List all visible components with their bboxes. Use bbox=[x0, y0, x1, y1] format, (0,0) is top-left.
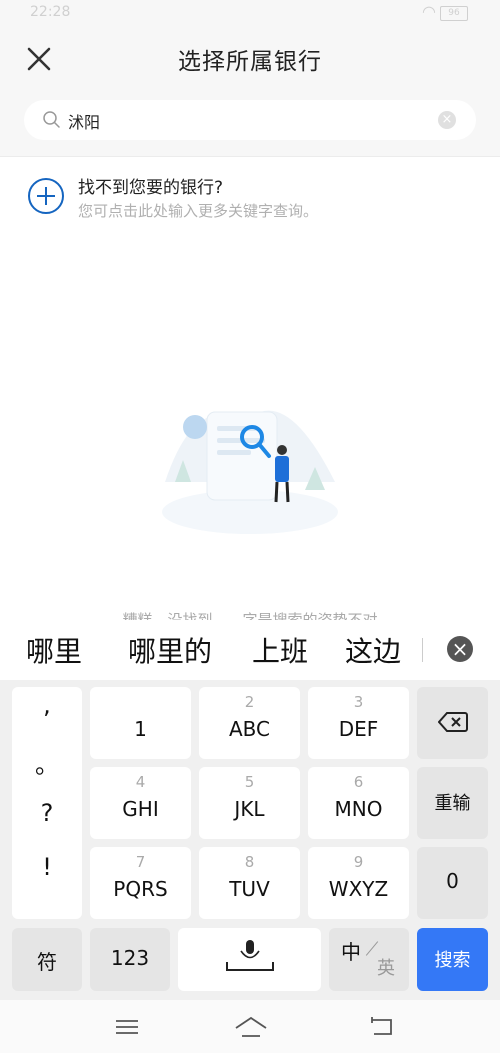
numbers-label: 123 bbox=[110, 946, 150, 970]
key-8-tuv[interactable]: 8 TUV bbox=[199, 847, 300, 919]
punct-exclaim[interactable]: ! bbox=[12, 853, 82, 881]
microphone-icon bbox=[226, 940, 274, 978]
home-icon[interactable] bbox=[234, 1014, 267, 1040]
key-6-mno[interactable]: 6 MNO bbox=[308, 767, 409, 839]
bank-not-found-entry[interactable]: 找不到您要的银行? 您可点击此处输入更多关键字查询。 bbox=[28, 173, 468, 233]
symbol-button[interactable]: 符 bbox=[12, 928, 82, 991]
candidate-word[interactable]: 这边 bbox=[345, 630, 401, 670]
key-letters: ABC bbox=[228, 717, 270, 741]
not-found-title: 找不到您要的银行? bbox=[78, 178, 224, 198]
ime-candidate-bar: 哪里 哪里的 上班 这边 × bbox=[0, 620, 500, 680]
clear-search-icon[interactable]: × bbox=[438, 111, 456, 129]
search-key-label: 搜索 bbox=[434, 950, 471, 971]
results-area: 找不到您要的银行? 您可点击此处输入更多关键字查询。 糟糕，没找到……字是搜索的… bbox=[0, 157, 500, 620]
candidate-word[interactable]: 哪里的 bbox=[128, 630, 212, 670]
key-number: 3 bbox=[353, 693, 364, 711]
lang-zh-label: 中 bbox=[341, 940, 361, 964]
key-letters: 1 bbox=[134, 717, 147, 741]
key-letters: TUV bbox=[229, 877, 270, 901]
search-input[interactable]: 沭阳 × bbox=[24, 100, 476, 140]
punctuation-column[interactable]: , 。 ? ! bbox=[12, 687, 82, 919]
search-button[interactable]: 搜索 bbox=[417, 928, 488, 991]
reinput-label: 重输 bbox=[434, 793, 471, 814]
lang-en-label: 英 bbox=[377, 958, 395, 979]
not-found-subtitle: 您可点击此处输入更多关键字查询。 bbox=[78, 202, 319, 220]
reinput-button[interactable]: 重输 bbox=[417, 767, 488, 839]
page-title: 选择所属银行 bbox=[178, 49, 322, 75]
key-2-abc[interactable]: 2 ABC bbox=[199, 687, 300, 759]
punct-question[interactable]: ? bbox=[12, 799, 82, 827]
zero-label: 0 bbox=[446, 869, 459, 893]
key-7-pqrs[interactable]: 7 PQRS bbox=[90, 847, 191, 919]
key-letters: MNO bbox=[334, 797, 383, 821]
key-4-ghi[interactable]: 4 GHI bbox=[90, 767, 191, 839]
key-letters: DEF bbox=[338, 717, 379, 741]
key-5-jkl[interactable]: 5 JKL bbox=[199, 767, 300, 839]
key-letters: WXYZ bbox=[328, 877, 389, 901]
punct-comma[interactable]: , bbox=[12, 691, 82, 719]
key-number: 2 bbox=[244, 693, 255, 711]
candidate-divider bbox=[422, 638, 423, 662]
empty-search-illustration bbox=[155, 372, 345, 542]
ime-keyboard: , 。 ? ! 1 2 ABC 3 DEF 4 GHI 5 JKL 6 MNO … bbox=[0, 680, 500, 1000]
backspace-icon bbox=[437, 711, 468, 737]
add-circle-icon bbox=[28, 178, 64, 214]
space-voice-button[interactable] bbox=[178, 928, 321, 991]
key-number: 9 bbox=[353, 853, 364, 871]
system-nav-bar bbox=[0, 1000, 500, 1053]
key-1[interactable]: 1 bbox=[90, 687, 191, 759]
collapse-candidates-icon[interactable]: × bbox=[447, 636, 473, 662]
menu-icon[interactable] bbox=[112, 1014, 142, 1040]
status-time: 22:28 bbox=[30, 4, 71, 20]
symbol-label: 符 bbox=[37, 950, 57, 974]
language-toggle-button[interactable]: 中 英 bbox=[329, 928, 409, 991]
key-number: 7 bbox=[135, 853, 146, 871]
search-area: 沭阳 × bbox=[0, 92, 500, 157]
key-0[interactable]: 0 bbox=[417, 847, 488, 919]
candidate-word[interactable]: 上班 bbox=[252, 630, 308, 670]
search-value[interactable]: 沭阳 bbox=[68, 109, 100, 133]
numbers-button[interactable]: 123 bbox=[90, 928, 170, 991]
search-icon bbox=[42, 110, 62, 130]
status-bar: 22:28 ◠ 96 bbox=[0, 0, 500, 28]
candidate-word[interactable]: 哪里 bbox=[26, 630, 82, 670]
key-9-wxyz[interactable]: 9 WXYZ bbox=[308, 847, 409, 919]
key-number: 5 bbox=[244, 773, 255, 791]
key-letters: JKL bbox=[234, 797, 265, 821]
key-number: 6 bbox=[353, 773, 364, 791]
key-3-def[interactable]: 3 DEF bbox=[308, 687, 409, 759]
battery-icon: 96 bbox=[440, 6, 468, 21]
punct-period[interactable]: 。 bbox=[12, 745, 82, 780]
back-icon[interactable] bbox=[366, 1014, 396, 1040]
key-letters: PQRS bbox=[113, 877, 168, 901]
title-bar: 选择所属银行 bbox=[0, 28, 500, 92]
key-number: 8 bbox=[244, 853, 255, 871]
key-letters: GHI bbox=[122, 797, 159, 821]
backspace-button[interactable] bbox=[417, 687, 488, 759]
wifi-icon: ◠ bbox=[422, 2, 436, 21]
key-number: 4 bbox=[135, 773, 146, 791]
empty-state-text: 糟糕，没找到……字是搜索的姿势不对 bbox=[122, 611, 378, 620]
